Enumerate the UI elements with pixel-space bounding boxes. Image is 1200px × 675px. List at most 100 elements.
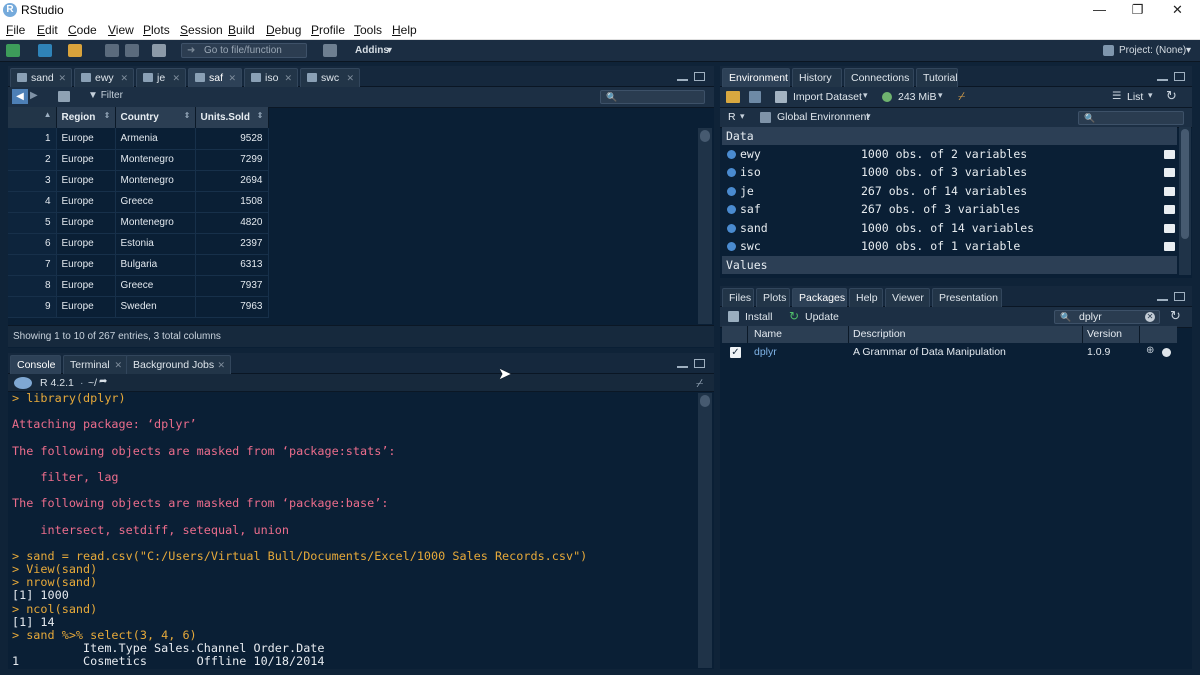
menu-edit[interactable]: Edit xyxy=(37,23,58,37)
tab-iso[interactable]: iso ✕ xyxy=(244,68,298,87)
minimize-pane-icon[interactable] xyxy=(677,78,688,81)
dataviewer-search-input[interactable]: 🔍 xyxy=(600,90,705,104)
cell-country[interactable]: Sweden xyxy=(115,296,196,318)
refresh-icon[interactable]: ↻ xyxy=(1166,88,1177,104)
tab-environment[interactable]: Environment xyxy=(722,68,790,87)
expand-arrow-icon[interactable] xyxy=(727,168,736,178)
close-icon[interactable]: ✕ xyxy=(346,69,354,87)
cell-region[interactable]: Europe xyxy=(56,128,116,150)
tab-plots[interactable]: Plots xyxy=(756,288,790,307)
view-mode-selector[interactable]: List xyxy=(1127,91,1143,103)
cell-country[interactable]: Estonia xyxy=(115,233,196,255)
back-arrow-icon[interactable]: ◀ xyxy=(12,89,28,104)
tab-background-jobs[interactable]: Background Jobs ✕ xyxy=(126,355,231,374)
cell-units-sold[interactable]: 6313 xyxy=(195,254,269,276)
table-row[interactable]: 5 Europe Montenegro 4820 xyxy=(8,212,269,234)
install-button[interactable]: Install xyxy=(745,311,772,323)
update-button[interactable]: Update xyxy=(805,311,839,323)
cell-country[interactable]: Greece xyxy=(115,191,196,213)
cell-units-sold[interactable]: 9528 xyxy=(195,128,269,150)
close-icon[interactable]: ✕ xyxy=(172,69,180,87)
expand-arrow-icon[interactable] xyxy=(727,186,736,196)
cell-region[interactable]: Europe xyxy=(56,191,116,213)
cell-units-sold[interactable]: 2694 xyxy=(195,170,269,192)
cell-region[interactable]: Europe xyxy=(56,170,116,192)
scope-selector[interactable]: Global Environment xyxy=(777,111,869,123)
environment-item-je[interactable]: je 267 obs. of 14 variables xyxy=(722,182,1177,200)
view-table-icon[interactable] xyxy=(1164,242,1175,251)
menu-profile[interactable]: Profile xyxy=(311,23,345,37)
memory-usage[interactable]: 243 MiB xyxy=(898,91,937,103)
cell-region[interactable]: Europe xyxy=(56,212,116,234)
expand-arrow-icon[interactable] xyxy=(727,242,736,251)
tab-console[interactable]: Console xyxy=(10,355,61,374)
menu-build[interactable]: Build xyxy=(228,23,255,37)
cell-region[interactable]: Europe xyxy=(56,233,116,255)
column-header-description[interactable]: Description xyxy=(853,328,906,340)
package-checkbox[interactable]: ✓ xyxy=(730,347,741,358)
expand-arrow-icon[interactable] xyxy=(727,205,736,215)
cell-units-sold[interactable]: 1508 xyxy=(195,191,269,213)
filter-button[interactable]: ▼ Filter xyxy=(88,90,123,101)
globe-icon[interactable]: ⊕ xyxy=(1146,345,1154,356)
environment-search-input[interactable]: 🔍 xyxy=(1078,111,1184,125)
clear-console-broom-icon[interactable]: ⌿ xyxy=(696,376,703,391)
environment-item-iso[interactable]: iso 1000 obs. of 3 variables xyxy=(722,163,1177,181)
memory-chevron-icon[interactable]: ▾ xyxy=(938,90,943,101)
maximize-pane-icon[interactable] xyxy=(1174,72,1185,81)
tab-je[interactable]: je ✕ xyxy=(136,68,186,87)
tab-ewy[interactable]: ewy ✕ xyxy=(74,68,134,87)
maximize-button[interactable]: ❐ xyxy=(1115,0,1160,20)
cell-country[interactable]: Montenegro xyxy=(115,149,196,171)
menu-view[interactable]: View xyxy=(108,23,134,37)
scope-chevron-icon[interactable]: ▾ xyxy=(866,111,871,122)
scrollbar-thumb[interactable] xyxy=(700,395,710,407)
tab-tutorial[interactable]: Tutorial xyxy=(916,68,958,87)
grid-layout-icon[interactable] xyxy=(323,44,337,57)
column-header-region[interactable]: Region ⇕ xyxy=(56,107,116,128)
view-table-icon[interactable] xyxy=(1164,186,1175,196)
tab-history[interactable]: History xyxy=(792,68,842,87)
menu-code[interactable]: Code xyxy=(68,23,97,37)
console-output[interactable]: > library(dplyr) Attaching package: ‘dpl… xyxy=(12,391,587,668)
tab-files[interactable]: Files xyxy=(722,288,754,307)
language-chevron-icon[interactable]: ▾ xyxy=(740,111,745,122)
load-workspace-icon[interactable] xyxy=(726,91,740,103)
environment-scrollbar[interactable] xyxy=(1179,127,1191,275)
column-header-name[interactable]: Name xyxy=(754,328,782,340)
tab-connections[interactable]: Connections xyxy=(844,68,914,87)
cell-units-sold[interactable]: 7937 xyxy=(195,275,269,297)
save-icon[interactable] xyxy=(105,44,119,57)
cell-units-sold[interactable]: 7963 xyxy=(195,296,269,318)
row-number-header[interactable]: ▲ xyxy=(8,107,57,128)
close-icon[interactable]: ✕ xyxy=(217,356,225,374)
table-row[interactable]: 4 Europe Greece 1508 xyxy=(8,191,269,213)
column-header-units-sold[interactable]: Units.Sold ⇕ xyxy=(195,107,269,128)
clear-search-icon[interactable]: ✕ xyxy=(1145,312,1155,322)
cell-region[interactable]: Europe xyxy=(56,296,116,318)
tab-swc[interactable]: swc ✕ xyxy=(300,68,360,87)
cell-country[interactable]: Montenegro xyxy=(115,170,196,192)
cell-country[interactable]: Armenia xyxy=(115,128,196,150)
table-row[interactable]: 3 Europe Montenegro 2694 xyxy=(8,170,269,192)
view-table-icon[interactable] xyxy=(1164,223,1175,233)
cell-units-sold[interactable]: 4820 xyxy=(195,212,269,234)
popout-icon[interactable] xyxy=(58,91,70,102)
cell-country[interactable]: Montenegro xyxy=(115,212,196,234)
close-icon[interactable]: ✕ xyxy=(284,69,292,87)
environment-item-sand[interactable]: sand 1000 obs. of 14 variables xyxy=(722,219,1177,237)
menu-file[interactable]: File xyxy=(6,23,25,37)
cell-units-sold[interactable]: 2397 xyxy=(195,233,269,255)
print-icon[interactable] xyxy=(152,44,166,57)
tab-presentation[interactable]: Presentation xyxy=(932,288,1002,307)
new-project-icon[interactable] xyxy=(38,44,52,57)
environment-item-ewy[interactable]: ewy 1000 obs. of 2 variables xyxy=(722,145,1177,163)
import-chevron-icon[interactable]: ▾ xyxy=(863,90,868,101)
goto-directory-icon[interactable]: ➦ xyxy=(99,376,107,387)
project-menu[interactable]: Project: (None) xyxy=(1119,45,1186,56)
table-row[interactable]: 9 Europe Sweden 7963 xyxy=(8,296,269,318)
tab-terminal[interactable]: Terminal ✕ xyxy=(63,355,128,374)
save-all-icon[interactable] xyxy=(125,44,139,57)
close-button[interactable]: ✕ xyxy=(1155,0,1200,20)
refresh-packages-icon[interactable]: ↻ xyxy=(1170,308,1181,324)
